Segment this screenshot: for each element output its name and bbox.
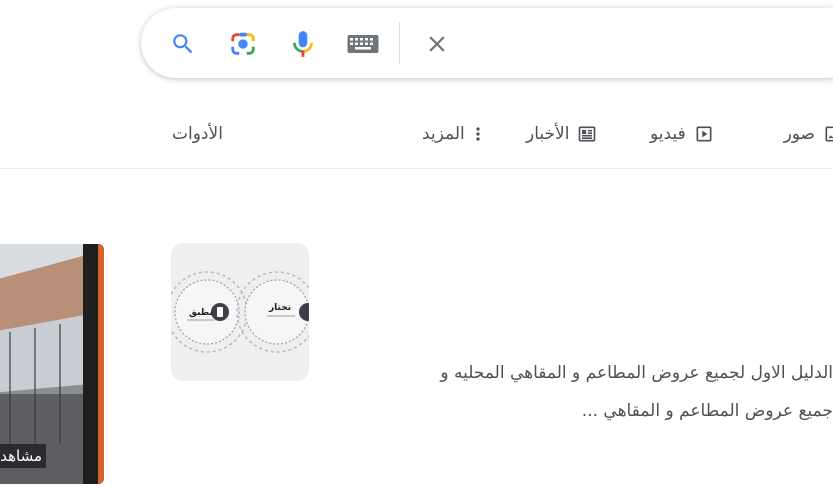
- thumbnail-left-label: نطبق: [189, 308, 213, 318]
- thumbnail-image: نطبق نختار: [171, 243, 309, 381]
- tab-images[interactable]: صور: [784, 118, 833, 150]
- video-label: مشاهد: [0, 444, 46, 468]
- more-vert-icon: [473, 124, 483, 144]
- tab-news[interactable]: الأخبار: [526, 118, 597, 150]
- keyboard-icon[interactable]: [346, 30, 380, 58]
- tab-more[interactable]: المزيد: [422, 118, 483, 150]
- camera-lens-icon[interactable]: [229, 30, 257, 58]
- result-thumbnail[interactable]: نطبق نختار: [171, 243, 309, 381]
- close-icon[interactable]: [423, 30, 451, 58]
- tab-tools[interactable]: الأدوات: [172, 118, 223, 150]
- tab-images-label: صور: [783, 124, 815, 144]
- tabs-divider: [0, 168, 833, 169]
- search-tabs: صور فيديو الأخبار المزيد الأدوات: [0, 118, 833, 154]
- tab-more-label: المزيد: [422, 124, 465, 144]
- play-icon: [694, 124, 714, 144]
- snippet-line-1: الدليل الاول لجميع عروض المطاعم و المقاه…: [440, 363, 833, 383]
- video-card[interactable]: مشاهد: [0, 244, 104, 484]
- tab-news-label: الأخبار: [526, 124, 570, 144]
- tab-tools-label: الأدوات: [172, 124, 223, 144]
- search-input[interactable]: [471, 26, 831, 60]
- microphone-icon[interactable]: [289, 30, 317, 58]
- image-icon: [823, 124, 833, 144]
- newspaper-icon: [577, 124, 597, 144]
- search-bar: [141, 8, 833, 78]
- thumbnail-right-label: نختار: [268, 303, 291, 313]
- tab-videos-label: فيديو: [650, 124, 686, 144]
- result-snippet: الدليل الاول لجميع عروض المطاعم و المقاه…: [313, 354, 833, 430]
- tab-videos[interactable]: فيديو: [650, 118, 714, 150]
- search-bar-divider: [399, 22, 400, 64]
- search-icon[interactable]: [169, 30, 197, 58]
- snippet-line-2: جميع عروض المطاعم و المقاهي ...: [581, 401, 833, 421]
